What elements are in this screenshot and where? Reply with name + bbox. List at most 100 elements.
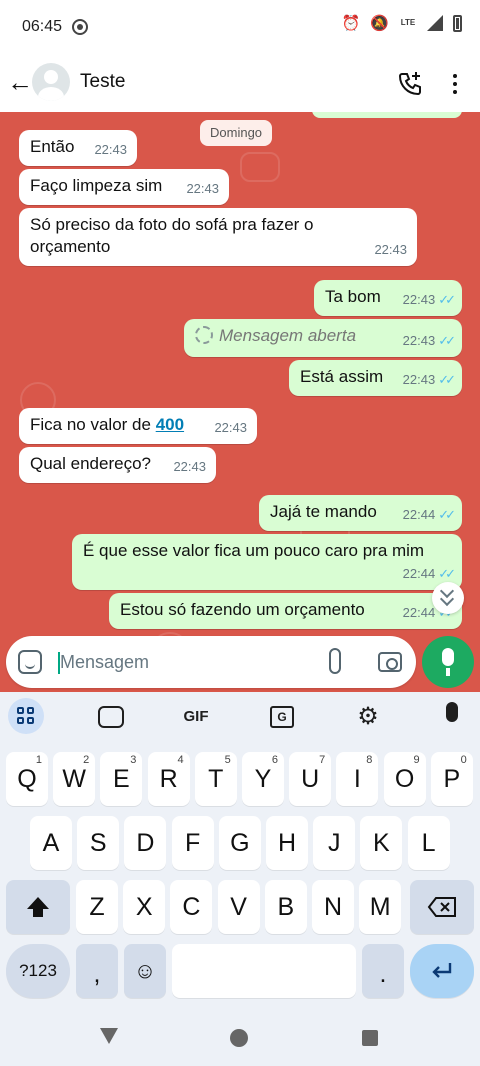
message-text: É que esse valor fica um pouco caro pra … — [83, 541, 425, 560]
message-bubble-outgoing[interactable]: Jajá te mando 22:44 ✓✓ — [259, 495, 462, 531]
message-time: 22:43 — [186, 181, 219, 196]
key-hint: 1 — [35, 754, 42, 766]
message-bubble-outgoing[interactable]: Ta bom 22:43 ✓✓ — [314, 280, 462, 316]
key-a[interactable]: A — [30, 816, 72, 870]
message-bubble-incoming[interactable]: Então 22:43 — [19, 130, 137, 166]
wallpaper-doodle — [240, 152, 280, 182]
message-time: 22:43 — [94, 142, 127, 157]
chat-area[interactable]: Domingo Então 22:43 Faço limpeza sim 22:… — [0, 112, 480, 692]
key-s[interactable]: S — [77, 816, 120, 870]
message-time: 22:43 — [214, 420, 247, 435]
message-text: Jajá te mando — [270, 502, 377, 521]
message-bubble-incoming[interactable]: Só preciso da foto do sofá pra fazer o o… — [19, 208, 417, 266]
key-k[interactable]: K — [360, 816, 403, 870]
message-time: 22:44 — [402, 566, 436, 581]
message-time: 22:43 — [402, 372, 436, 387]
message-time: 22:43 — [402, 292, 436, 307]
microphone-icon — [442, 648, 454, 666]
message-bubble-outgoing[interactable]: Mensagem aberta 22:43 ✓✓ — [184, 319, 462, 357]
sticker-icon[interactable] — [98, 706, 124, 728]
key-m[interactable]: M — [359, 880, 402, 934]
translate-icon[interactable]: G — [270, 706, 294, 728]
battery-icon — [453, 14, 462, 32]
key-hint: 7 — [319, 754, 326, 766]
status-bar: 06:45 ⏰ 🔕 LTE — [0, 0, 480, 56]
more-options-icon[interactable] — [446, 70, 464, 98]
key-y[interactable]: Y6 — [242, 752, 284, 806]
voice-message-button[interactable] — [422, 636, 474, 688]
enter-key[interactable] — [410, 944, 474, 998]
message-bubble[interactable] — [312, 112, 462, 118]
key-label: W — [62, 765, 86, 793]
key-label: Q — [17, 765, 37, 793]
key-q[interactable]: Q1 — [6, 752, 48, 806]
key-o[interactable]: O9 — [383, 752, 426, 806]
shift-arrow-icon — [27, 897, 49, 917]
key-c[interactable]: C — [170, 880, 213, 934]
message-time: 22:44 — [402, 605, 436, 620]
key-label: U — [301, 765, 320, 793]
key-v[interactable]: V — [217, 880, 260, 934]
message-bubble-outgoing[interactable]: É que esse valor fica um pouco caro pra … — [72, 534, 462, 590]
key-t[interactable]: T5 — [194, 752, 237, 806]
nav-recents-icon[interactable] — [362, 1030, 378, 1046]
key-label: L — [421, 829, 436, 857]
message-bubble-outgoing[interactable]: Estou só fazendo um orçamento 22:44✓✓ — [109, 593, 462, 629]
nav-home-icon[interactable] — [230, 1029, 248, 1047]
attach-icon[interactable] — [329, 648, 341, 674]
double-check-read-icon: ✓✓ — [438, 333, 456, 348]
message-input[interactable] — [60, 644, 310, 680]
key-d[interactable]: D — [124, 816, 167, 870]
camera-icon[interactable] — [378, 652, 402, 672]
key-j[interactable]: J — [313, 816, 356, 870]
back-arrow-icon[interactable]: ← — [6, 68, 34, 98]
symbols-key[interactable]: ?123 — [6, 944, 70, 998]
key-w[interactable]: W2 — [53, 752, 96, 806]
message-text: Estou só fazendo um orçamento — [120, 600, 365, 619]
double-check-read-icon: ✓✓ — [438, 292, 456, 307]
period-key[interactable]: . — [362, 944, 404, 998]
date-chip: Domingo — [200, 120, 273, 146]
emoji-key[interactable]: ☺ — [124, 944, 166, 998]
key-h[interactable]: H — [266, 816, 308, 870]
key-label: T — [208, 765, 224, 793]
message-bubble-incoming[interactable]: Fica no valor de 400 22:43 — [19, 408, 257, 444]
contact-name[interactable]: Teste — [80, 71, 125, 93]
phone-number-link[interactable]: 400 — [156, 415, 184, 434]
avatar[interactable] — [32, 63, 70, 101]
settings-gear-icon[interactable]: ⚙ — [354, 704, 382, 730]
key-r[interactable]: R4 — [147, 752, 190, 806]
message-bubble-incoming[interactable]: Faço limpeza sim 22:43 — [19, 169, 229, 205]
scroll-down-button[interactable] — [432, 582, 464, 614]
key-p[interactable]: P0 — [430, 752, 473, 806]
key-z[interactable]: Z — [76, 880, 118, 934]
apps-grid-icon[interactable] — [8, 698, 44, 734]
key-x[interactable]: X — [123, 880, 166, 934]
gif-button[interactable]: GIF — [178, 704, 214, 730]
key-n[interactable]: N — [312, 880, 354, 934]
message-bubble-incoming[interactable]: Qual endereço? 22:43 — [19, 447, 216, 483]
key-label: X — [135, 893, 153, 921]
comma-key[interactable]: , — [76, 944, 118, 998]
key-hint: 8 — [366, 754, 373, 766]
key-u[interactable]: U7 — [289, 752, 332, 806]
key-hint: 5 — [224, 754, 231, 766]
key-label: K — [373, 829, 390, 857]
key-f[interactable]: F — [171, 816, 214, 870]
key-i[interactable]: I8 — [336, 752, 379, 806]
message-bubble-outgoing[interactable]: Está assim 22:43 ✓✓ — [289, 360, 462, 396]
key-b[interactable]: B — [264, 880, 307, 934]
double-check-read-icon: ✓✓ — [438, 566, 456, 581]
add-call-icon[interactable] — [396, 70, 424, 98]
key-label: F — [184, 829, 201, 857]
enter-arrow-icon — [432, 963, 452, 978]
space-key[interactable] — [172, 944, 356, 998]
key-l[interactable]: L — [407, 816, 450, 870]
key-e[interactable]: E3 — [100, 752, 143, 806]
nav-back-icon[interactable] — [100, 1028, 118, 1044]
shift-key[interactable] — [6, 880, 70, 934]
voice-typing-icon[interactable] — [446, 702, 458, 722]
sticker-emoji-icon[interactable] — [18, 650, 42, 674]
key-g[interactable]: G — [218, 816, 261, 870]
backspace-key[interactable] — [410, 880, 474, 934]
